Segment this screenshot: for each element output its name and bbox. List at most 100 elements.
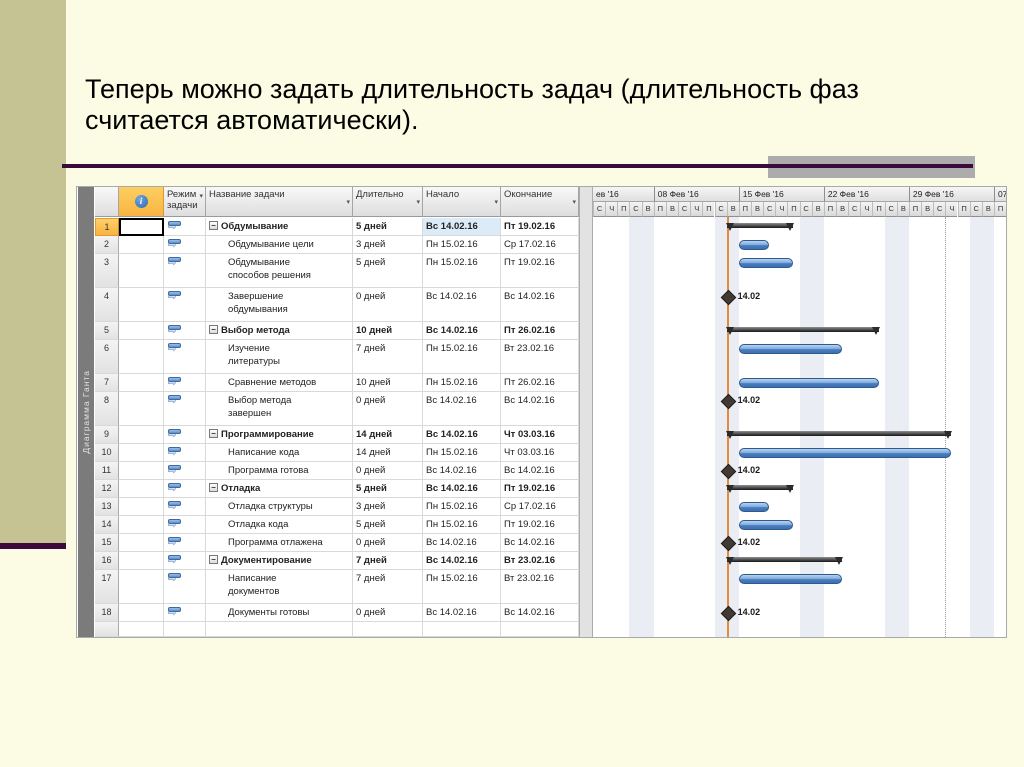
cell-finish[interactable]: Вт 23.02.16 — [501, 570, 579, 604]
cell-task-name[interactable]: Обдумывание цели — [206, 236, 353, 254]
empty-cell[interactable] — [119, 622, 164, 637]
cell-task-mode[interactable]: ⇨ — [164, 322, 206, 340]
cell-task-name[interactable]: − Программирование — [206, 426, 353, 444]
cell-duration[interactable]: 7 дней — [353, 552, 423, 570]
cell-duration[interactable]: 14 дней — [353, 426, 423, 444]
cell-indicator[interactable] — [119, 426, 164, 444]
cell-indicator[interactable] — [119, 444, 164, 462]
cell-duration[interactable]: 5 дней — [353, 480, 423, 498]
column-header-task-mode[interactable]: Режим задачи ▾ — [164, 187, 206, 217]
indicator-column-header[interactable]: i — [119, 187, 164, 217]
cell-task-name[interactable]: − Документирование — [206, 552, 353, 570]
cell-finish[interactable]: Пт 19.02.16 — [501, 218, 579, 236]
cell-start[interactable]: Пн 15.02.16 — [423, 570, 501, 604]
gantt-task-bar[interactable] — [738, 344, 843, 354]
cell-task-name[interactable]: Написание кода — [206, 444, 353, 462]
cell-start[interactable]: Вс 14.02.16 — [423, 552, 501, 570]
row-number[interactable]: 1 — [95, 218, 119, 236]
cell-finish[interactable]: Пт 19.02.16 — [501, 480, 579, 498]
column-header-finish[interactable]: Окончание ▾ — [501, 187, 579, 217]
cell-duration[interactable]: 10 дней — [353, 374, 423, 392]
cell-task-mode[interactable]: ⇨ — [164, 374, 206, 392]
row-number-column-header[interactable] — [95, 187, 119, 217]
cell-task-name[interactable]: Сравнение методов — [206, 374, 353, 392]
cell-start[interactable]: Вс 14.02.16 — [423, 604, 501, 622]
cell-start[interactable]: Пн 15.02.16 — [423, 444, 501, 462]
cell-task-mode[interactable]: ⇨ — [164, 236, 206, 254]
cell-indicator[interactable] — [119, 552, 164, 570]
cell-duration[interactable]: 0 дней — [353, 392, 423, 426]
cell-task-name[interactable]: Выбор метода завершен — [206, 392, 353, 426]
cell-indicator[interactable] — [119, 570, 164, 604]
cell-indicator[interactable] — [119, 254, 164, 288]
cell-task-name[interactable]: Изучение литературы — [206, 340, 353, 374]
cell-duration[interactable]: 14 дней — [353, 444, 423, 462]
cell-start[interactable]: Пн 15.02.16 — [423, 516, 501, 534]
cell-task-mode[interactable]: ⇨ — [164, 444, 206, 462]
cell-indicator[interactable] — [119, 340, 164, 374]
cell-start[interactable]: Пн 15.02.16 — [423, 254, 501, 288]
cell-task-mode[interactable]: ⇨ — [164, 480, 206, 498]
collapse-icon[interactable]: − — [209, 429, 218, 438]
cell-start[interactable]: Вс 14.02.16 — [423, 322, 501, 340]
cell-duration[interactable]: 7 дней — [353, 340, 423, 374]
cell-indicator[interactable] — [119, 288, 164, 322]
row-number[interactable]: 18 — [95, 604, 119, 622]
cell-duration[interactable]: 5 дней — [353, 516, 423, 534]
gantt-summary-bar[interactable] — [725, 485, 795, 493]
cell-finish[interactable]: Вс 14.02.16 — [501, 392, 579, 426]
row-number[interactable]: 3 — [95, 254, 119, 288]
cell-start[interactable]: Вс 14.02.16 — [423, 218, 501, 236]
row-number[interactable]: 2 — [95, 236, 119, 254]
cell-finish[interactable]: Ср 17.02.16 — [501, 498, 579, 516]
cell-duration[interactable]: 10 дней — [353, 322, 423, 340]
row-number[interactable]: 14 — [95, 516, 119, 534]
cell-duration[interactable]: 0 дней — [353, 534, 423, 552]
cell-indicator[interactable] — [119, 374, 164, 392]
cell-finish[interactable]: Вт 23.02.16 — [501, 552, 579, 570]
cell-start[interactable]: Пн 15.02.16 — [423, 374, 501, 392]
filter-dropdown-icon[interactable]: ▾ — [494, 197, 498, 208]
column-header-start[interactable]: Начало ▾ — [423, 187, 501, 217]
row-number[interactable]: 15 — [95, 534, 119, 552]
cell-start[interactable]: Пн 15.02.16 — [423, 236, 501, 254]
cell-task-mode[interactable]: ⇨ — [164, 570, 206, 604]
cell-indicator[interactable] — [119, 322, 164, 340]
cell-start[interactable]: Пн 15.02.16 — [423, 498, 501, 516]
row-number[interactable]: 12 — [95, 480, 119, 498]
cell-task-mode[interactable]: ⇨ — [164, 340, 206, 374]
cell-task-name[interactable]: Завершение обдумывания — [206, 288, 353, 322]
cell-task-mode[interactable]: ⇨ — [164, 498, 206, 516]
row-number[interactable]: 17 — [95, 570, 119, 604]
gantt-summary-bar[interactable] — [725, 327, 880, 335]
cell-start[interactable]: Вс 14.02.16 — [423, 392, 501, 426]
cell-finish[interactable]: Чт 03.03.16 — [501, 426, 579, 444]
cell-indicator[interactable] — [119, 392, 164, 426]
cell-task-name[interactable]: − Отладка — [206, 480, 353, 498]
cell-task-name[interactable]: Отладка структуры — [206, 498, 353, 516]
empty-cell[interactable] — [206, 622, 353, 637]
filter-dropdown-icon[interactable]: ▾ — [346, 197, 350, 208]
gantt-summary-bar[interactable] — [725, 557, 844, 565]
empty-cell[interactable] — [501, 622, 579, 637]
cell-task-name[interactable]: Программа готова — [206, 462, 353, 480]
row-number[interactable]: 6 — [95, 340, 119, 374]
cell-task-name[interactable]: Отладка кода — [206, 516, 353, 534]
cell-indicator[interactable] — [119, 218, 164, 236]
cell-task-name[interactable]: − Обдумывание — [206, 218, 353, 236]
cell-duration[interactable]: 0 дней — [353, 604, 423, 622]
cell-finish[interactable]: Вс 14.02.16 — [501, 604, 579, 622]
cell-finish[interactable]: Чт 03.03.16 — [501, 444, 579, 462]
row-number[interactable]: 5 — [95, 322, 119, 340]
row-number[interactable]: 4 — [95, 288, 119, 322]
row-number[interactable]: 11 — [95, 462, 119, 480]
gantt-summary-bar[interactable] — [725, 431, 953, 439]
cell-finish[interactable]: Вс 14.02.16 — [501, 288, 579, 322]
cell-indicator[interactable] — [119, 236, 164, 254]
cell-indicator[interactable] — [119, 498, 164, 516]
cell-finish[interactable]: Вс 14.02.16 — [501, 534, 579, 552]
gantt-task-bar[interactable] — [738, 520, 794, 530]
cell-task-mode[interactable]: ⇨ — [164, 604, 206, 622]
cell-duration[interactable]: 3 дней — [353, 236, 423, 254]
cell-task-name[interactable]: Обдумывание способов решения — [206, 254, 353, 288]
